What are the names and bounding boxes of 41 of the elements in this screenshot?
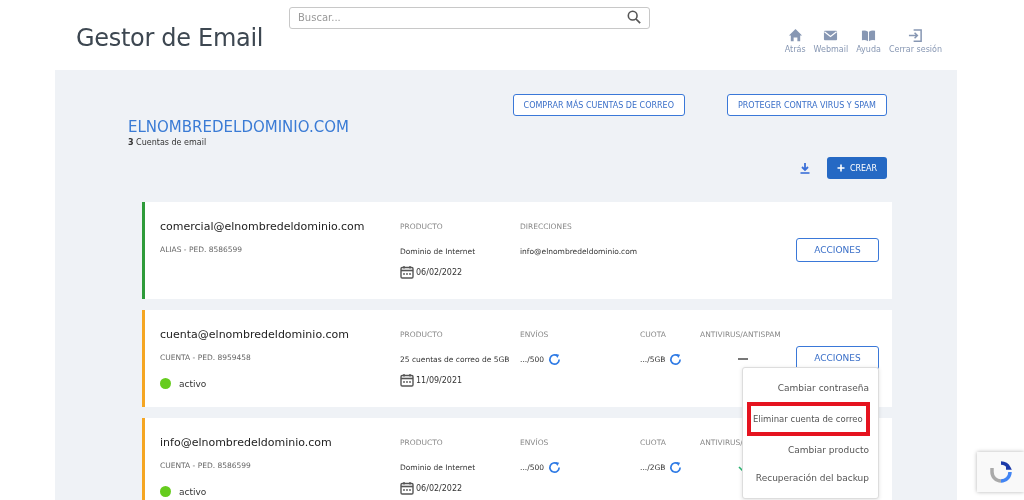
exit-icon: [907, 28, 923, 43]
dash-icon: [738, 358, 748, 360]
home-icon: [787, 28, 803, 43]
menu-item[interactable]: Cambiar producto: [743, 436, 878, 464]
status-text: activo: [179, 378, 207, 389]
domain-title: ELNOMBREDELDOMINIO.COM: [128, 118, 350, 136]
search-icon: [627, 10, 641, 24]
refresh-icon: [548, 460, 561, 474]
nav-link[interactable]: Webmail: [813, 28, 849, 54]
date-text: 11/09/2021: [416, 375, 463, 385]
header-button[interactable]: COMPRAR MÁS CUENTAS DE CORREO: [512, 94, 685, 116]
calendar-icon: [400, 373, 414, 387]
account-count: 3 Cuentas de email: [128, 138, 208, 147]
refresh-icon: [669, 352, 683, 366]
nav-link[interactable]: Ayuda: [856, 28, 881, 54]
account-email: info@elnombredeldominio.com: [160, 436, 333, 449]
date-text: 06/02/2022: [416, 267, 463, 277]
calendar-icon: [400, 265, 414, 279]
date-text: 06/02/2022: [416, 483, 463, 493]
refresh-icon: [548, 352, 561, 366]
menu-item[interactable]: Recuperación del backup: [743, 464, 878, 492]
actions-button[interactable]: ACCIONES: [796, 346, 879, 370]
refresh-icon: [669, 460, 683, 474]
download-icon: [799, 162, 811, 174]
create-button[interactable]: CREAR: [827, 157, 887, 179]
actions-button[interactable]: ACCIONES: [796, 238, 879, 262]
book-icon: [861, 28, 876, 43]
calendar-icon: [400, 481, 414, 495]
search-field[interactable]: Buscar...: [289, 6, 650, 29]
plus-icon: [836, 164, 845, 172]
mail-icon: [823, 28, 839, 43]
status-text: activo: [179, 486, 207, 497]
header-button[interactable]: PROTEGER CONTRA VIRUS Y SPAM: [726, 94, 887, 116]
menu-item[interactable]: Cambiar contraseña: [743, 374, 878, 402]
app-title: Gestor de Email: [76, 24, 265, 52]
account-email: comercial@elnombredeldominio.com: [160, 220, 366, 233]
menu-item[interactable]: Eliminar cuenta de correo: [747, 402, 870, 436]
nav-link[interactable]: Atrás: [784, 28, 806, 54]
account-email: cuenta@elnombredeldominio.com: [160, 328, 350, 341]
nav-link[interactable]: Cerrar sesión: [888, 28, 942, 54]
recaptcha-icon: [988, 460, 1013, 484]
